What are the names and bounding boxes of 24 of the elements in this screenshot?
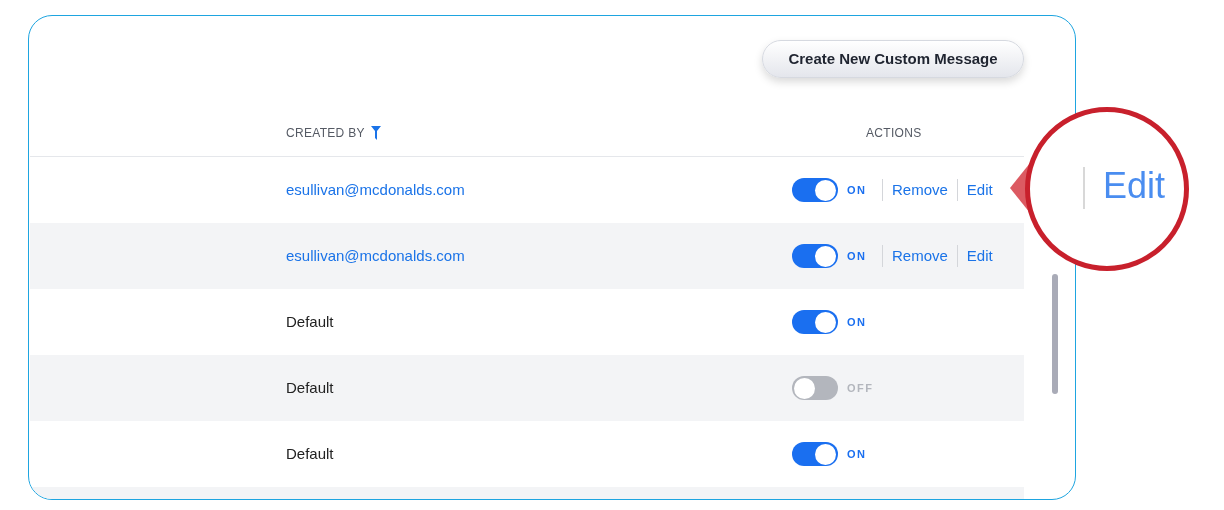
table-cell: Default [286,313,334,330]
toggle-state-label: ON [847,248,868,264]
toggle-state-label: ON [847,446,868,462]
email-link[interactable]: esullivan@mcdonalds.com [286,247,465,264]
toggle-switch[interactable] [792,244,838,268]
toggle-state-label: ON [847,314,868,330]
toggle-switch[interactable] [792,442,838,466]
toggle-switch[interactable] [792,376,838,400]
action-link[interactable]: Edit [966,178,993,202]
email-link[interactable]: esullivan@mcdonalds.com [286,181,465,198]
toggle-state-label: OFF [847,380,873,396]
action-link[interactable]: Remove [892,178,948,202]
create-message-button[interactable]: Create New Custom Message [762,40,1024,78]
table-cell: Default [286,445,334,462]
column-header: ACTIONS [866,125,922,142]
action-link[interactable]: Remove [892,244,948,268]
scrollbar[interactable] [1052,274,1058,394]
column-header: CREATED BY [286,125,365,142]
table-cell: Default [286,379,334,396]
toggle-switch[interactable] [792,310,838,334]
filter-icon[interactable] [370,126,381,140]
action-link[interactable]: Edit [966,244,993,268]
toggle-state-label: ON [847,182,868,198]
toggle-switch[interactable] [792,178,838,202]
